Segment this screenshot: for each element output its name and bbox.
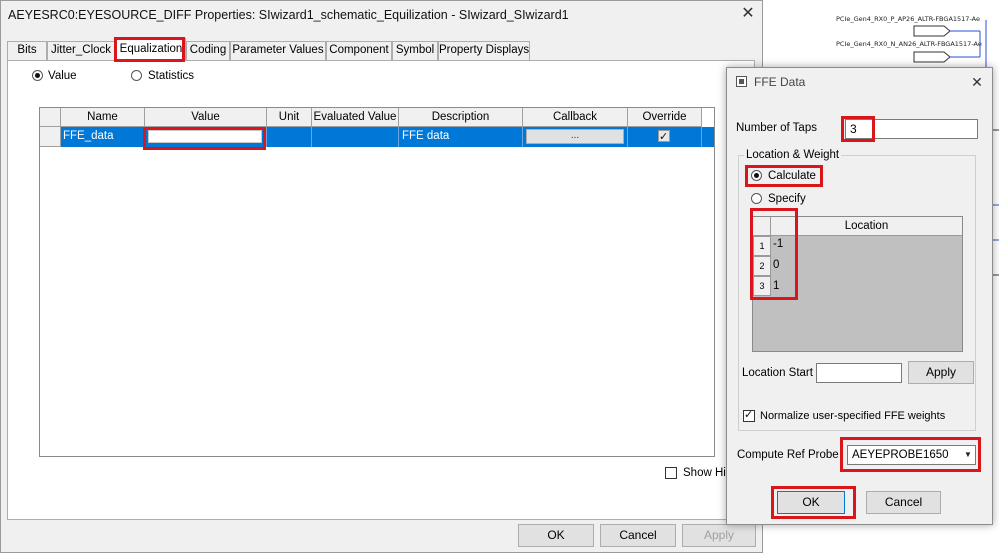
apply-button[interactable]: Apply: [908, 361, 974, 384]
number-of-taps-input[interactable]: 3: [845, 119, 978, 139]
location-start-input[interactable]: [816, 363, 902, 383]
grid-header-value[interactable]: Value: [145, 108, 267, 127]
cell-value[interactable]: [145, 127, 267, 147]
ffe-cancel-button[interactable]: Cancel: [866, 491, 941, 514]
row-selector[interactable]: [40, 127, 61, 147]
close-icon[interactable]: ✕: [968, 73, 986, 91]
compute-ref-probe-label: Compute Ref Probe: [737, 449, 839, 461]
grid-header-evaluated-value[interactable]: Evaluated Value: [312, 108, 399, 127]
tab-parameter-values[interactable]: Parameter Values: [230, 41, 326, 60]
number-of-taps-label: Number of Taps: [736, 122, 817, 134]
location-table: [752, 216, 963, 352]
location-cell[interactable]: -1: [773, 238, 783, 250]
statistics-radio-label: Statistics: [148, 70, 195, 82]
main-ok-button[interactable]: OK: [518, 524, 594, 547]
show-hidden-checkbox[interactable]: [665, 467, 677, 479]
tab-coding[interactable]: Coding: [186, 41, 230, 60]
cell-evaluated-value: [312, 127, 399, 147]
location-weight-group-label: Location & Weight: [744, 149, 842, 161]
ffe-dialog-title: FFE Data: [754, 75, 806, 89]
statistics-radio[interactable]: [131, 70, 142, 81]
row-index[interactable]: 2: [753, 256, 771, 276]
ffe-dialog-icon: [736, 76, 747, 87]
normalize-checkbox[interactable]: [743, 408, 755, 422]
tab-property-displays[interactable]: Property Displays: [438, 41, 530, 60]
tab-bits[interactable]: Bits: [7, 41, 47, 60]
row-index[interactable]: 3: [753, 276, 771, 296]
calculate-radio[interactable]: [751, 170, 762, 181]
main-apply-button[interactable]: Apply: [682, 524, 756, 547]
cell-name[interactable]: FFE_data: [61, 127, 145, 147]
location-header[interactable]: Location: [771, 217, 962, 236]
grid-header-override[interactable]: Override: [628, 108, 702, 127]
tab-jitter-clock[interactable]: Jitter_Clock: [47, 41, 115, 60]
cell-description[interactable]: FFE data: [399, 127, 523, 147]
cell-override[interactable]: [628, 127, 702, 147]
tab-equalization[interactable]: Equalization: [116, 38, 186, 61]
main-cancel-button[interactable]: Cancel: [600, 524, 676, 547]
properties-grid: [39, 107, 715, 457]
callback-button[interactable]: ...: [526, 129, 624, 144]
override-checkbox[interactable]: [658, 128, 670, 147]
window-title: AEYESRC0:EYESOURCE_DIFF Properties: SIwi…: [8, 8, 569, 22]
grid-header-callback[interactable]: Callback: [523, 108, 628, 127]
normalize-label: Normalize user-specified FFE weights: [760, 410, 946, 422]
cell-callback[interactable]: ...: [523, 127, 628, 147]
close-icon[interactable]: ✕: [739, 4, 757, 24]
value-radio-label: Value: [48, 70, 77, 82]
tab-component[interactable]: Component: [326, 41, 392, 60]
cell-unit[interactable]: [267, 127, 312, 147]
specify-radio-label: Specify: [768, 193, 806, 205]
tab-symbol[interactable]: Symbol: [392, 41, 438, 60]
location-cell[interactable]: 0: [773, 259, 779, 271]
value-input[interactable]: [148, 130, 262, 143]
grid-header-description[interactable]: Description: [399, 108, 523, 127]
chevron-down-icon[interactable]: ▼: [961, 446, 975, 464]
location-start-label: Location Start: [742, 367, 813, 379]
grid-header-name[interactable]: Name: [61, 108, 145, 127]
row-index[interactable]: 1: [753, 236, 771, 256]
show-hidden-label: Show Hid: [683, 467, 733, 479]
value-radio[interactable]: [32, 70, 43, 81]
location-cell[interactable]: 1: [773, 280, 779, 292]
grid-row-header-corner: [40, 108, 61, 127]
grid-header-unit[interactable]: Unit: [267, 108, 312, 127]
location-table-corner: [753, 217, 771, 236]
specify-radio[interactable]: [751, 193, 762, 204]
calculate-radio-label: Calculate: [768, 170, 816, 182]
ffe-ok-button[interactable]: OK: [777, 491, 845, 514]
compute-ref-probe-select[interactable]: AEYEPROBE1650: [847, 445, 976, 465]
